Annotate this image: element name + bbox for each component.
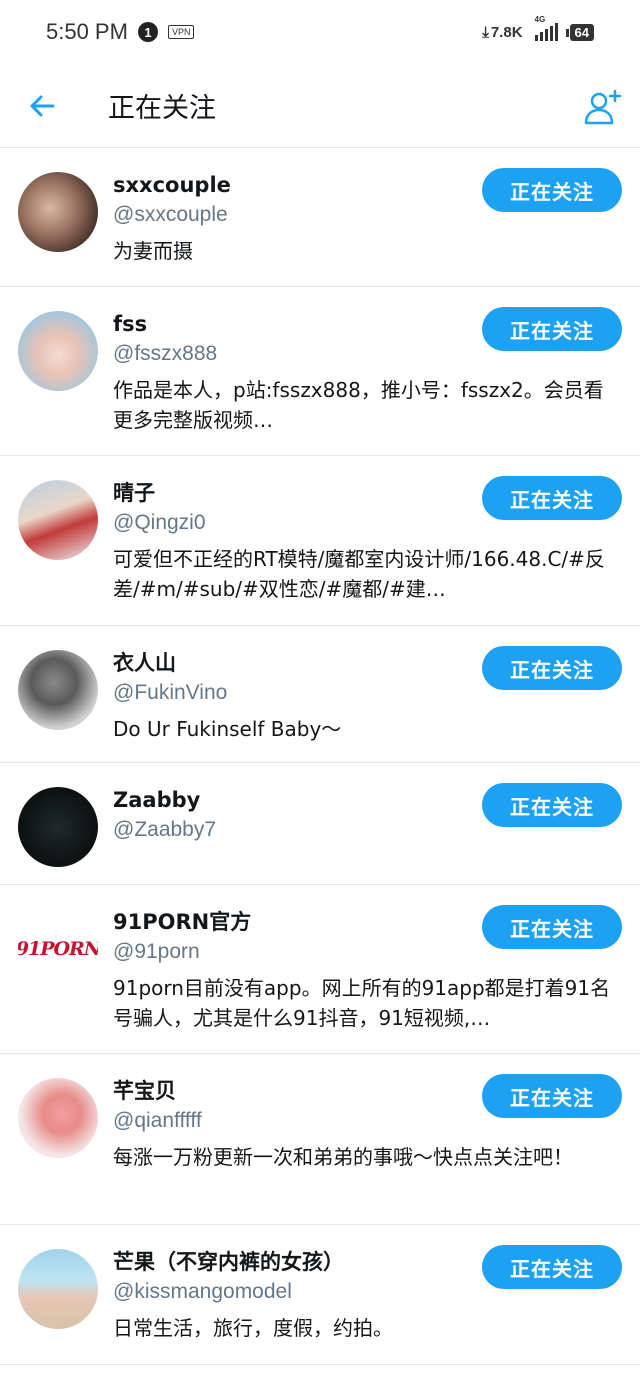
avatar[interactable] [18, 311, 98, 391]
user-bio: 可爱但不正经的RT模特/魔都室内设计师/166.48.C/#反差/#m/#sub… [113, 547, 605, 601]
avatar[interactable] [18, 787, 98, 867]
user-bio: Do Ur Fukinself Baby～ [113, 717, 342, 741]
net-speed-value: 7.8K [490, 23, 523, 41]
following-button[interactable]: 正在关注 [482, 168, 622, 212]
status-bar: 5:50 PM 1 VPN ⤓ 7.8K 4G 64 [0, 0, 640, 64]
following-button[interactable]: 正在关注 [482, 1074, 622, 1118]
status-time: 5:50 PM [46, 19, 128, 44]
user-row[interactable]: 91PORN 91PORN官方 @91porn 91porn目前没有app。网上… [0, 885, 640, 1054]
user-name: 衣人山 [113, 651, 176, 675]
following-button[interactable]: 正在关注 [482, 476, 622, 520]
user-row[interactable]: 晴子 @Qingzi0 可爱但不正经的RT模特/魔都室内设计师/166.48.C… [0, 456, 640, 626]
following-button[interactable]: 正在关注 [482, 646, 622, 690]
user-row[interactable]: 芊宝贝 @qianfffff 每涨一万粉更新一次和弟弟的事哦～快点点关注吧！ 正… [0, 1054, 640, 1225]
vpn-icon: VPN [167, 25, 195, 39]
status-left: 5:50 PM 1 VPN [46, 19, 195, 45]
user-row[interactable]: 衣人山 @FukinVino Do Ur Fukinself Baby～ 正在关… [0, 626, 640, 763]
user-name: 91PORN官方 [113, 910, 252, 934]
avatar[interactable] [18, 650, 98, 730]
following-button[interactable]: 正在关注 [482, 905, 622, 949]
avatar[interactable] [18, 172, 98, 252]
avatar[interactable] [18, 480, 98, 560]
notification-badge: 1 [137, 22, 158, 42]
following-button[interactable]: 正在关注 [482, 1245, 622, 1289]
user-name: Zaabby [113, 788, 201, 812]
add-user-icon[interactable] [584, 88, 622, 126]
user-name: fss [113, 312, 148, 336]
arrow-left-icon[interactable] [28, 92, 56, 120]
download-arrow-icon: ⤓ [482, 23, 489, 41]
battery-icon: 64 [565, 23, 594, 41]
avatar[interactable] [18, 1249, 98, 1329]
user-bio: 作品是本人，p站:fsszx888，推小号：fsszx2。会员看更多完整版视频… [113, 378, 604, 432]
91porn-logo: 91PORN [18, 938, 98, 960]
user-bio: 每涨一万粉更新一次和弟弟的事哦～快点点关注吧！ [113, 1145, 573, 1169]
user-row[interactable]: fss @fsszx888 作品是本人，p站:fsszx888，推小号：fssz… [0, 287, 640, 456]
app-header: 正在关注 [0, 64, 640, 148]
following-list: sxxcouple @sxxcouple 为妻而摄 正在关注 fss @fssz… [0, 148, 640, 1365]
network-type: 4G [534, 15, 546, 24]
signal-icon: 4G [534, 15, 558, 41]
user-row[interactable]: Zaabby @Zaabby7 正在关注 [0, 763, 640, 885]
avatar[interactable] [18, 1078, 98, 1158]
user-bio: 为妻而摄 [113, 239, 193, 263]
user-name: 晴子 [113, 481, 155, 505]
status-right: ⤓ 7.8K 4G 64 [482, 15, 594, 41]
following-button[interactable]: 正在关注 [482, 307, 622, 351]
user-row[interactable]: sxxcouple @sxxcouple 为妻而摄 正在关注 [0, 148, 640, 287]
user-bio: 91porn目前没有app。网上所有的91app都是打着91名号骗人，尤其是什么… [113, 976, 611, 1030]
net-speed: ⤓ 7.8K [482, 24, 522, 41]
following-button[interactable]: 正在关注 [482, 783, 622, 827]
user-name: 芊宝贝 [113, 1079, 176, 1103]
page-title: 正在关注 [108, 93, 216, 124]
user-name: sxxcouple [113, 173, 231, 197]
user-bio: 日常生活，旅行，度假，约拍。 [113, 1316, 393, 1340]
user-row[interactable]: 芒果（不穿内裤的女孩） @kissmangomodel 日常生活，旅行，度假，约… [0, 1225, 640, 1365]
avatar[interactable]: 91PORN [18, 909, 98, 989]
user-name: 芒果（不穿内裤的女孩） [113, 1250, 344, 1274]
